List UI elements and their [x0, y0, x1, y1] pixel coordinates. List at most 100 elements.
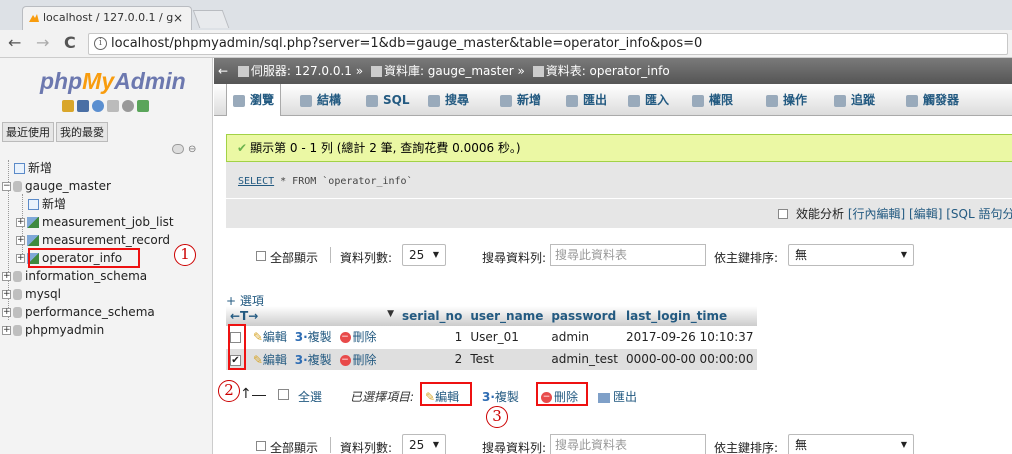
docs-icon[interactable]: [107, 100, 119, 112]
new-tab-button[interactable]: [192, 10, 230, 28]
expand-plus-icon[interactable]: +: [16, 254, 25, 263]
edit-link[interactable]: 編輯: [263, 330, 287, 344]
sql-query-box[interactable]: SELECT * FROM `operator_info`: [226, 162, 1012, 198]
tree-item-mysql[interactable]: + mysql: [2, 286, 61, 302]
collapse-all-icon[interactable]: [172, 144, 184, 154]
rows-per-page-select[interactable]: 25 ▼: [402, 244, 446, 266]
copy-link[interactable]: 複製: [308, 330, 332, 344]
tree-item-information-schema[interactable]: + information_schema: [2, 268, 147, 284]
cell-serial-no[interactable]: 1: [398, 326, 467, 349]
select-all-link[interactable]: 全選: [298, 388, 322, 405]
info-icon[interactable]: i: [94, 37, 107, 50]
tree-item-measurement-record[interactable]: + measurement_record: [16, 232, 170, 248]
breadcrumb-server[interactable]: 伺服器: 127.0.0.1 »: [251, 64, 363, 78]
sql-keyword[interactable]: SELECT: [238, 176, 274, 187]
tab-browse[interactable]: 瀏覽: [226, 84, 282, 116]
cell-password[interactable]: admin_test: [547, 348, 622, 371]
sort-arrow-icon[interactable]: ▼: [387, 309, 394, 319]
tree-item-new-database[interactable]: 新增: [14, 160, 52, 176]
browser-tab[interactable]: localhost / 127.0.0.1 / g ×: [22, 6, 192, 30]
tab-search[interactable]: 搜尋: [428, 84, 469, 116]
tab-structure[interactable]: 結構: [300, 84, 341, 116]
tab-triggers[interactable]: 觸發器: [906, 84, 959, 116]
tab-sql[interactable]: SQL: [366, 84, 410, 116]
home-icon[interactable]: [62, 100, 74, 112]
cell-last-login-time[interactable]: 0000-00-00 00:00:00: [622, 348, 758, 371]
breadcrumb-table[interactable]: 資料表: operator_info: [546, 64, 670, 78]
show-all-checkbox[interactable]: [256, 441, 266, 451]
delete-link[interactable]: 刪除: [353, 330, 377, 344]
url-field[interactable]: i localhost/phpmyadmin/sql.php?server=1&…: [88, 33, 1008, 55]
tree-item-phpmyadmin[interactable]: + phpmyadmin: [2, 322, 104, 338]
arrow-line: [252, 395, 266, 396]
column-last-login-time[interactable]: last_login_time: [622, 306, 758, 326]
phpmyadmin-favicon-icon: [29, 14, 39, 22]
tab-close-icon[interactable]: ×: [173, 7, 183, 29]
back-arrow-icon[interactable]: ←: [8, 35, 21, 51]
reload-nav-icon[interactable]: [137, 100, 149, 112]
tree-item-new-table[interactable]: 新增: [28, 196, 66, 212]
tab-export[interactable]: 匯出: [566, 84, 607, 116]
expand-plus-icon[interactable]: +: [16, 218, 25, 227]
logo-php: php: [40, 68, 83, 94]
sql-query-footer: 效能分析 [行內編輯] [編輯] [SQL 語句分: [226, 198, 1012, 228]
settings-gear-icon[interactable]: [122, 100, 134, 112]
logout-icon[interactable]: [77, 100, 89, 112]
tree-item-measurement-job-list[interactable]: + measurement_job_list: [16, 214, 174, 230]
bulk-copy-button[interactable]: 3·複製: [482, 388, 523, 405]
link-with-main-icon[interactable]: ⊖: [188, 144, 196, 155]
cell-serial-no[interactable]: 2: [398, 348, 467, 371]
tab-favorites[interactable]: 我的最愛: [56, 122, 108, 142]
breadcrumb-database[interactable]: 資料庫: gauge_master »: [384, 64, 525, 78]
expand-plus-icon[interactable]: +: [2, 326, 11, 335]
bulk-copy-label: 複製: [494, 390, 519, 404]
tab-insert[interactable]: 新增: [500, 84, 541, 116]
tree-item-gauge-master[interactable]: − gauge_master: [2, 178, 111, 194]
forward-arrow-icon[interactable]: →: [36, 35, 49, 51]
search-rows-input[interactable]: 搜尋此資料表: [550, 434, 706, 454]
tab-privileges[interactable]: 權限: [692, 84, 733, 116]
sort-select[interactable]: 無 ▼: [788, 434, 914, 454]
phpmyadmin-logo[interactable]: phpMyAdmin: [40, 68, 186, 95]
cell-last-login-time[interactable]: 2017-09-26 10:10:37: [622, 326, 758, 349]
copy-link[interactable]: 複製: [308, 353, 332, 367]
tree-item-performance-schema[interactable]: + performance_schema: [2, 304, 155, 320]
browser-tab-strip: localhost / 127.0.0.1 / g ×: [0, 0, 1012, 30]
column-password[interactable]: password: [547, 306, 622, 326]
column-arrows[interactable]: ←T→ ▼: [226, 306, 398, 326]
cell-user-name[interactable]: User_01: [466, 326, 548, 349]
sql-footer-links[interactable]: [行內編輯] [編輯] [SQL 語句分: [848, 207, 1012, 221]
profiling-checkbox[interactable]: [778, 209, 788, 219]
expand-plus-icon[interactable]: +: [16, 236, 25, 245]
delete-link[interactable]: 刪除: [353, 353, 377, 367]
show-all-checkbox[interactable]: [256, 251, 266, 261]
structure-icon: [300, 94, 312, 107]
tab-import[interactable]: 匯入: [628, 84, 669, 116]
search-rows-input[interactable]: 搜尋此資料表: [550, 244, 706, 266]
collapse-nav-icon[interactable]: ←: [218, 58, 230, 84]
rows-value: 25: [409, 438, 425, 452]
rows-per-page-select[interactable]: 25 ▼: [402, 434, 446, 454]
with-selected-label: 已選擇項目:: [350, 390, 415, 404]
tab-tracking[interactable]: 追蹤: [834, 84, 875, 116]
collapse-minus-icon[interactable]: −: [2, 182, 11, 191]
bulk-delete-button[interactable]: − 刪除: [541, 388, 582, 405]
help-icon[interactable]: [92, 100, 104, 112]
expand-plus-icon[interactable]: +: [2, 290, 11, 299]
copy-icon: 3·: [482, 390, 495, 404]
cell-password[interactable]: admin: [547, 326, 622, 349]
column-user-name[interactable]: user_name: [466, 306, 548, 326]
expand-plus-icon[interactable]: +: [2, 272, 11, 281]
edit-link[interactable]: 編輯: [263, 353, 287, 367]
sql-text: * FROM `operator_info`: [274, 176, 413, 187]
sort-select[interactable]: 無 ▼: [788, 244, 914, 266]
bulk-edit-button[interactable]: ✎編輯: [425, 388, 463, 405]
expand-plus-icon[interactable]: +: [2, 308, 11, 317]
bulk-export-button[interactable]: 匯出: [598, 388, 641, 405]
cell-user-name[interactable]: Test: [466, 348, 548, 371]
reload-icon[interactable]: C: [64, 35, 76, 51]
tab-recent[interactable]: 最近使用: [2, 122, 54, 142]
column-serial-no[interactable]: serial_no: [398, 306, 467, 326]
select-all-checkbox[interactable]: [278, 389, 289, 400]
tab-operations[interactable]: 操作: [766, 84, 807, 116]
